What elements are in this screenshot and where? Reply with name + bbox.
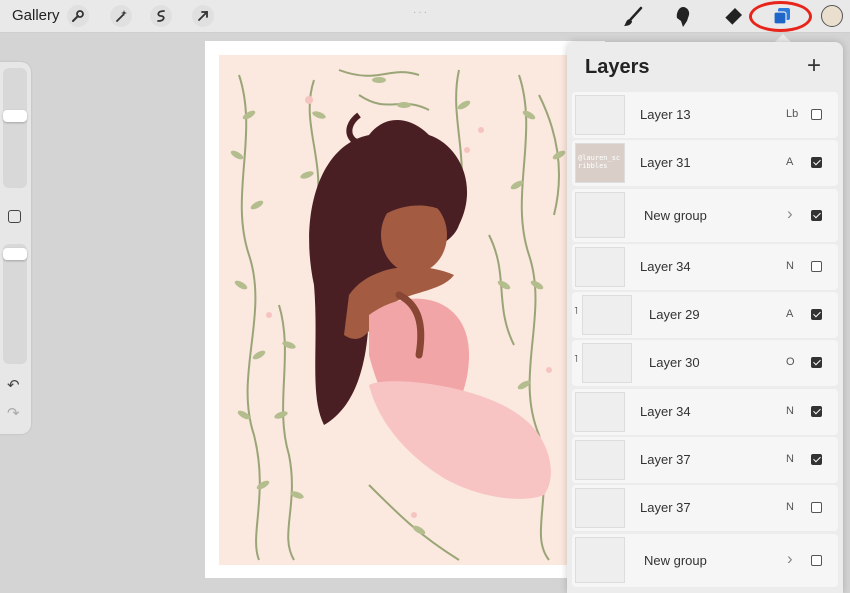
- gallery-button[interactable]: Gallery: [12, 7, 60, 24]
- wrench-icon[interactable]: [67, 5, 89, 27]
- magic-wand-icon[interactable]: [110, 5, 132, 27]
- illustration-mermaid: [230, 69, 566, 561]
- artwork: [219, 55, 579, 565]
- chevron-right-icon[interactable]: ›: [787, 204, 793, 224]
- layer-name: Layer 34: [640, 403, 691, 419]
- layer-group-row[interactable]: New group ›: [572, 188, 838, 242]
- blend-mode-button[interactable]: Lb: [786, 108, 798, 120]
- blend-mode-button[interactable]: N: [786, 260, 794, 272]
- selection-icon[interactable]: [150, 5, 172, 27]
- visibility-checkbox[interactable]: [811, 502, 822, 514]
- blend-mode-button[interactable]: A: [786, 156, 793, 168]
- visibility-checkbox[interactable]: [811, 209, 822, 221]
- layer-thumbnail: @lauren_scribbles: [575, 143, 625, 184]
- layer-thumbnail: [575, 440, 625, 481]
- visibility-checkbox[interactable]: [811, 109, 822, 120]
- layer-row[interactable]: ˥ Layer 29 A: [572, 292, 838, 339]
- group-thumbnail: [575, 191, 625, 238]
- thumbnail-watermark: @lauren_scribbles: [578, 154, 621, 171]
- layer-name: Layer 30: [649, 355, 700, 371]
- layer-row[interactable]: Layer 34 N: [572, 388, 838, 435]
- layer-thumbnail: [582, 295, 632, 336]
- layer-name: Layer 29: [649, 307, 700, 323]
- layer-row[interactable]: Layer 37 N: [572, 485, 838, 532]
- visibility-checkbox[interactable]: [811, 260, 822, 272]
- blend-mode-button[interactable]: N: [786, 501, 794, 513]
- smudge-icon[interactable]: [670, 4, 696, 30]
- layers-panel: Layers + Layer 13 Lb @lauren_scribbles Laye…: [567, 42, 843, 593]
- blend-mode-button[interactable]: N: [786, 405, 794, 417]
- undo-icon[interactable]: ↶: [7, 376, 20, 394]
- panel-pointer: [775, 34, 791, 42]
- grabber-handle[interactable]: ···: [413, 7, 429, 18]
- layer-thumbnail: [575, 488, 625, 529]
- visibility-checkbox[interactable]: [811, 357, 822, 369]
- color-swatch[interactable]: [821, 5, 843, 27]
- visibility-checkbox[interactable]: [811, 157, 822, 169]
- layer-thumbnail: [582, 343, 632, 384]
- layer-row[interactable]: @lauren_scribbles Layer 31 A: [572, 140, 838, 187]
- left-sidebar: ↶ ↷: [0, 62, 31, 434]
- layer-row[interactable]: ˥ Layer 30 O: [572, 340, 838, 387]
- group-thumbnail: [575, 536, 625, 583]
- layer-name: Layer 37: [640, 500, 691, 516]
- add-layer-button[interactable]: +: [807, 54, 821, 78]
- blend-mode-button[interactable]: O: [786, 356, 795, 368]
- visibility-checkbox[interactable]: [811, 405, 822, 417]
- brush-size-thumb[interactable]: [3, 110, 27, 122]
- clipping-mask-icon: ˥: [574, 354, 578, 366]
- eraser-icon[interactable]: [720, 4, 746, 30]
- layer-name: Layer 31: [640, 155, 691, 171]
- layer-name: New group: [644, 207, 707, 223]
- redo-icon[interactable]: ↷: [7, 404, 20, 422]
- layer-thumbnail: [575, 246, 625, 287]
- layer-thumbnail: [575, 391, 625, 432]
- chevron-right-icon[interactable]: ›: [787, 549, 793, 569]
- top-toolbar: Gallery ···: [0, 0, 850, 33]
- layer-group-row[interactable]: New group ›: [572, 533, 838, 587]
- blend-mode-button[interactable]: A: [786, 308, 793, 320]
- visibility-checkbox[interactable]: [811, 309, 822, 321]
- brush-icon[interactable]: [620, 4, 646, 30]
- layer-row[interactable]: Layer 34 N: [572, 243, 838, 290]
- transform-arrow-icon[interactable]: [192, 5, 214, 27]
- clipping-mask-icon: ˥: [574, 306, 578, 318]
- visibility-checkbox[interactable]: [811, 554, 822, 566]
- brush-size-slider[interactable]: [3, 68, 27, 188]
- opacity-slider[interactable]: [3, 244, 27, 364]
- blend-mode-button[interactable]: N: [786, 453, 794, 465]
- layer-thumbnail: [575, 95, 625, 135]
- layer-name: Layer 34: [640, 258, 691, 274]
- layer-row[interactable]: Layer 13 Lb: [572, 92, 838, 138]
- layer-name: New group: [644, 552, 707, 568]
- layer-list: Layer 13 Lb @lauren_scribbles Layer 31 A New …: [572, 92, 838, 589]
- layer-name: Layer 37: [640, 452, 691, 468]
- canvas[interactable]: [205, 41, 605, 578]
- highlight-circle: [749, 1, 812, 32]
- opacity-thumb[interactable]: [3, 248, 27, 260]
- modify-button[interactable]: [8, 210, 21, 223]
- visibility-checkbox[interactable]: [811, 454, 822, 466]
- layer-row[interactable]: Layer 37 N: [572, 437, 838, 484]
- layer-name: Layer 13: [640, 107, 691, 122]
- layers-title: Layers: [585, 56, 650, 78]
